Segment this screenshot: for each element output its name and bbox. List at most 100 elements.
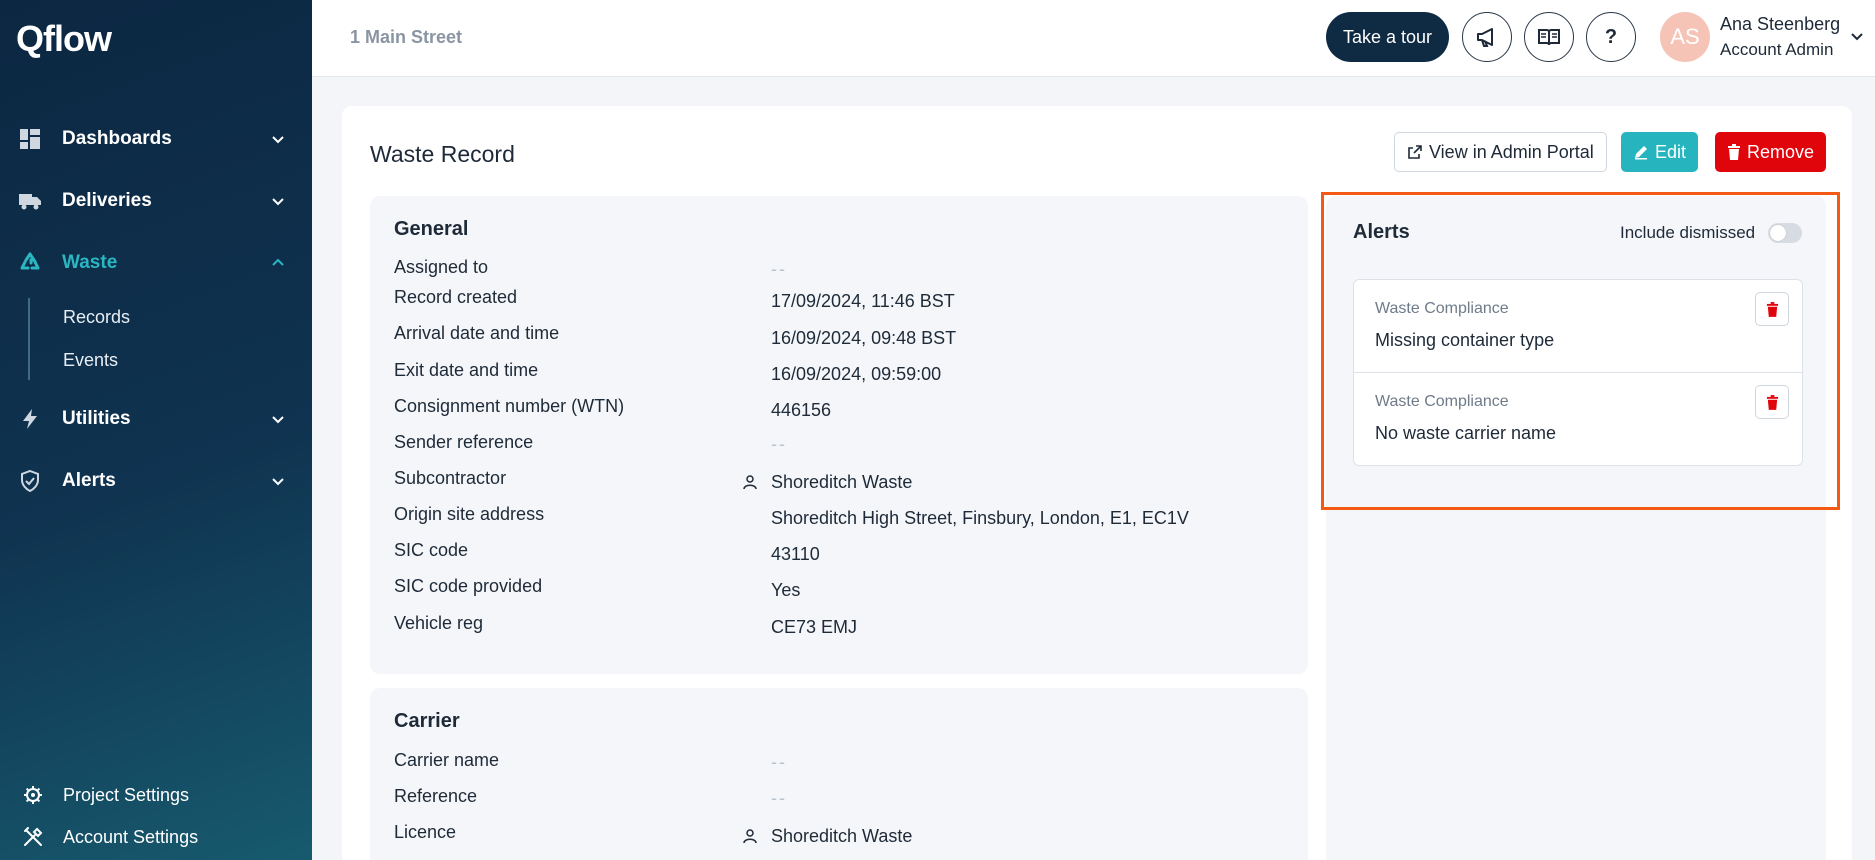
project-settings-label: Project Settings [63,784,190,805]
field-label: SIC code [394,540,469,560]
account-settings-label: Account Settings [63,826,199,847]
docs-button[interactable] [1524,12,1574,62]
field-label: Carrier name [394,750,500,770]
carrier-panel: Carrier Carrier name -- Reference -- Lic… [370,688,1308,860]
field-value: -- [771,752,787,772]
person-icon [743,829,757,844]
delete-alert-button[interactable] [1755,292,1789,326]
megaphone-icon [1477,28,1493,47]
waste-subnav: Records Events [28,294,312,388]
remove-label: Remove [1747,141,1815,162]
site-name[interactable]: 1 Main Street [350,27,462,48]
trash-icon [1766,394,1778,410]
edit-label: Edit [1655,141,1687,162]
alert-item: Waste Compliance Missing container type [1354,280,1802,373]
sidebar-item-label: Alerts [62,470,116,491]
trash-icon [1727,144,1741,160]
help-button[interactable]: ? [1586,12,1636,62]
chevron-up-icon [272,258,284,266]
field-value: CE73 EMJ [771,617,858,637]
field-label: SIC code provided [394,576,543,596]
field-label: Vehicle reg [394,613,484,633]
field-label: Licence [394,822,457,842]
delete-alert-button[interactable] [1755,385,1789,419]
field-label: Exit date and time [394,360,539,380]
general-panel: General Assigned to -- Record created 17… [370,196,1308,674]
alerts-title: Alerts [1353,221,1410,243]
view-admin-portal-button[interactable]: View in Admin Portal [1394,132,1607,172]
sidebar-item-utilities[interactable]: Utilities [0,388,312,450]
sidebar-item-label: Dashboards [62,128,172,149]
shield-icon [18,469,42,493]
carrier-title: Carrier [394,710,460,732]
field-value: 446156 [771,400,832,420]
field-value[interactable]: Shoreditch Waste [771,472,912,493]
sidebar-item-label: Waste [62,252,118,273]
trash-icon [1766,301,1778,317]
field-label: Record created [394,287,518,307]
user-name[interactable]: Ana Steenberg [1720,14,1840,35]
alert-category: Waste Compliance [1375,300,1509,317]
avatar[interactable]: AS [1660,12,1710,62]
field-value: -- [771,434,787,454]
sidebar-bottom: Project Settings Account Settings [0,774,312,858]
field-label: Sender reference [394,432,534,452]
truck-icon [18,189,42,213]
field-value: -- [771,259,787,279]
help-label: ? [1604,25,1618,48]
account-settings-link[interactable]: Account Settings [0,816,312,858]
field-label: Assigned to [394,257,489,277]
book-icon [1538,29,1560,46]
lightning-icon [18,407,42,431]
announcements-button[interactable] [1462,12,1512,62]
chevron-down-icon [272,198,284,206]
recycle-icon [18,251,42,275]
sidebar-subitem-events[interactable]: Events [28,339,312,382]
sidebar-item-waste[interactable]: Waste [0,232,312,294]
sidebar-item-label: Utilities [62,408,131,429]
field-value: 16/09/2024, 09:59:00 [771,364,942,384]
chevron-down-icon [272,136,284,144]
field-value: Shoreditch High Street, Finsbury, London… [771,508,1189,528]
field-label: Arrival date and time [394,323,560,343]
field-label: Origin site address [394,504,545,524]
view-admin-portal-label: View in Admin Portal [1429,141,1594,162]
dashboard-icon [18,127,42,151]
field-value: 16/09/2024, 09:48 BST [771,328,957,348]
gear-icon [22,784,44,806]
chevron-down-icon [272,478,284,486]
include-dismissed-toggle[interactable] [1768,223,1802,243]
field-value[interactable]: Shoreditch Waste [771,826,912,847]
tools-icon [22,826,44,848]
qflow-logo[interactable]: Qflow [16,18,112,60]
chevron-down-icon[interactable] [1850,29,1864,43]
field-value: 43110 [771,544,820,564]
field-value: -- [771,788,787,808]
alert-message: No waste carrier name [1375,423,1557,443]
page-title: Waste Record [370,141,515,167]
alert-message: Missing container type [1375,330,1555,350]
include-dismissed-label: Include dismissed [1620,223,1756,242]
edit-button[interactable]: Edit [1621,132,1699,172]
sidebar-subitem-records[interactable]: Records [28,296,312,339]
sidebar-item-label: Deliveries [62,190,152,211]
field-label: Reference [394,786,478,806]
chevron-down-icon [272,416,284,424]
field-label: Consignment number (WTN) [394,396,625,416]
sidebar-item-dashboards[interactable]: Dashboards [0,108,312,170]
main-nav: Dashboards Deliveries Waste Records Even… [0,108,312,512]
general-title: General [394,218,469,240]
field-value: Yes [771,580,801,600]
field-label: Subcontractor [394,468,507,488]
external-link-icon [1407,144,1423,160]
user-role: Account Admin [1720,40,1834,59]
remove-button[interactable]: Remove [1715,132,1827,172]
field-value: 17/09/2024, 11:46 BST [771,291,955,311]
alert-item: Waste Compliance No waste carrier name [1354,373,1802,466]
sidebar-item-alerts[interactable]: Alerts [0,450,312,512]
project-settings-link[interactable]: Project Settings [0,774,312,816]
alert-category: Waste Compliance [1375,393,1509,410]
alert-list: Waste Compliance Missing container type … [1353,279,1803,466]
sidebar-item-deliveries[interactable]: Deliveries [0,170,312,232]
take-tour-button[interactable]: Take a tour [1326,12,1450,62]
